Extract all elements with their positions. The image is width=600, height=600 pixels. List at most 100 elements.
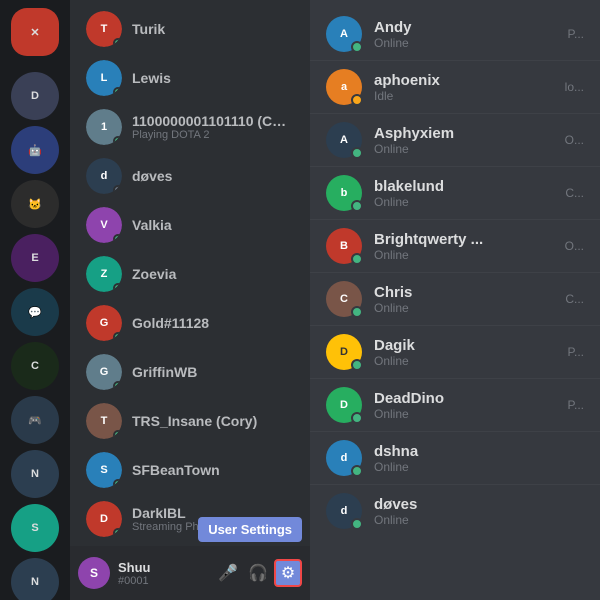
- friend-name: dshna: [374, 443, 584, 460]
- dm-avatar: G: [86, 354, 122, 390]
- friend-item[interactable]: A AndyOnlineP...: [310, 8, 600, 60]
- status-dot: [113, 528, 122, 537]
- friend-item[interactable]: aaphoenixIdlelo...: [310, 60, 600, 113]
- friend-status-text: Idle: [374, 89, 565, 103]
- dm-item[interactable]: T Turik: [76, 5, 304, 53]
- friend-game-status: C...: [565, 186, 584, 200]
- status-dot: [113, 381, 122, 390]
- status-dot: [351, 147, 363, 159]
- dm-item[interactable]: SSFBeanTown: [76, 446, 304, 494]
- dm-item[interactable]: G GriffinWB: [76, 348, 304, 396]
- dm-info: døves: [132, 168, 294, 184]
- friend-status-text: Online: [374, 513, 584, 527]
- dm-name: Gold#11128: [132, 315, 294, 331]
- friend-info: DeadDinoOnline: [374, 390, 568, 421]
- friend-game-status: P...: [568, 398, 584, 412]
- friend-item[interactable]: b blakelundOnlineC...: [310, 166, 600, 219]
- dm-info: TRS_Insane (Cory): [132, 413, 294, 429]
- dm-info: GriffinWB: [132, 364, 294, 380]
- friend-name: Andy: [374, 19, 568, 36]
- friend-game-status: P...: [568, 27, 584, 41]
- friend-game-status: P...: [568, 345, 584, 359]
- dm-item[interactable]: ZZoevia: [76, 250, 304, 298]
- dm-avatar: L: [86, 60, 122, 96]
- friend-avatar: A: [326, 122, 362, 158]
- server-icon-s1[interactable]: ✕: [11, 8, 59, 56]
- status-dot: [113, 87, 122, 96]
- server-icon-s4[interactable]: 🐱: [11, 180, 59, 228]
- status-dot: [113, 234, 122, 243]
- friend-status-text: Online: [374, 248, 565, 262]
- friend-status-text: Online: [374, 301, 565, 315]
- dm-name: Lewis: [132, 70, 294, 86]
- friend-name: DeadDino: [374, 390, 568, 407]
- friend-info: AsphyxiemOnline: [374, 125, 565, 156]
- status-dot: [113, 430, 122, 439]
- server-icon-s9[interactable]: N: [11, 450, 59, 498]
- dm-name: 1100000001101110 (CO...: [132, 113, 294, 129]
- username: Shuu: [118, 560, 206, 575]
- dm-name: Zoevia: [132, 266, 294, 282]
- server-icon-s10[interactable]: S: [11, 504, 59, 552]
- dm-name: TRS_Insane (Cory): [132, 413, 294, 429]
- settings-button[interactable]: ⚙: [274, 559, 302, 587]
- dm-name: Turik: [132, 21, 294, 37]
- friend-avatar: D: [326, 334, 362, 370]
- dm-list: T Turik L Lewis 11100000001101110 (CO...Play…: [70, 0, 310, 546]
- server-icon-s2[interactable]: D: [11, 72, 59, 120]
- friend-avatar: A: [326, 16, 362, 52]
- server-icon-s8[interactable]: 🎮: [11, 396, 59, 444]
- friend-name: Asphyxiem: [374, 125, 565, 142]
- friend-status-text: Online: [374, 195, 565, 209]
- friend-name: blakelund: [374, 178, 565, 195]
- dm-panel: T Turik L Lewis 11100000001101110 (CO...Play…: [70, 0, 310, 600]
- status-dot: [113, 38, 122, 47]
- dm-info: SFBeanTown: [132, 462, 294, 478]
- friend-item[interactable]: BBrightqwerty ...OnlineO...: [310, 219, 600, 272]
- friend-status-text: Online: [374, 407, 568, 421]
- dm-item[interactable]: L Lewis: [76, 54, 304, 102]
- friend-game-status: C...: [565, 292, 584, 306]
- friend-item[interactable]: D DagikOnlineP...: [310, 325, 600, 378]
- dm-name: SFBeanTown: [132, 462, 294, 478]
- status-dot: [351, 306, 363, 318]
- friend-info: Brightqwerty ...Online: [374, 231, 565, 262]
- server-icon-s3[interactable]: 🤖: [11, 126, 59, 174]
- user-info: Shuu #0001: [118, 560, 206, 587]
- server-icon-s7[interactable]: C: [11, 342, 59, 390]
- dm-info: Turik: [132, 21, 294, 37]
- friend-avatar: a: [326, 69, 362, 105]
- friend-item[interactable]: D DeadDinoOnlineP...: [310, 378, 600, 431]
- mute-button[interactable]: 🎤: [214, 559, 242, 587]
- dm-item[interactable]: TTRS_Insane (Cory): [76, 397, 304, 445]
- friend-avatar: B: [326, 228, 362, 264]
- dm-item[interactable]: ddøves: [76, 152, 304, 200]
- dm-item[interactable]: 11100000001101110 (CO...Playing DOTA 2: [76, 103, 304, 151]
- friend-info: DagikOnline: [374, 337, 568, 368]
- server-icon-s5[interactable]: E: [11, 234, 59, 282]
- dm-item[interactable]: GGold#11128: [76, 299, 304, 347]
- friends-list: AAndyOnlineP...aaphoenixIdlelo...AAsphyx…: [310, 0, 600, 600]
- status-dot: [351, 94, 363, 106]
- friend-item[interactable]: ddshnaOnline: [310, 431, 600, 484]
- friend-item[interactable]: CChrisOnlineC...: [310, 272, 600, 325]
- server-icon-s11[interactable]: N: [11, 558, 59, 600]
- user-settings-tooltip: User Settings: [198, 517, 302, 542]
- friend-avatar: C: [326, 281, 362, 317]
- friend-item[interactable]: AAsphyxiemOnlineO...: [310, 113, 600, 166]
- server-icon-s6[interactable]: 💬: [11, 288, 59, 336]
- user-area: S Shuu #0001 🎤 🎧 ⚙ User Settings: [70, 546, 310, 600]
- friend-item[interactable]: ddøvesOnline: [310, 484, 600, 537]
- dm-name: GriffinWB: [132, 364, 294, 380]
- friend-avatar: D: [326, 387, 362, 423]
- deafen-button[interactable]: 🎧: [244, 559, 272, 587]
- friend-avatar: d: [326, 440, 362, 476]
- dm-avatar: T: [86, 11, 122, 47]
- dm-item[interactable]: VValkia: [76, 201, 304, 249]
- friend-status-text: Online: [374, 36, 568, 50]
- friend-name: aphoenix: [374, 72, 565, 89]
- friend-avatar: b: [326, 175, 362, 211]
- status-dot: [351, 253, 363, 265]
- status-dot: [351, 359, 363, 371]
- friend-status-text: Online: [374, 460, 584, 474]
